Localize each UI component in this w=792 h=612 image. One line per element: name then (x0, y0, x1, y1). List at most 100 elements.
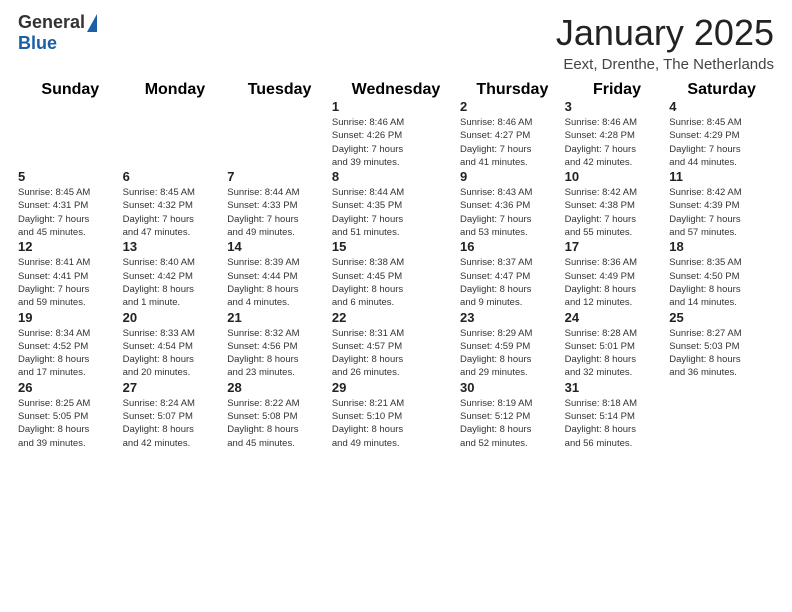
day-number: 15 (332, 239, 460, 254)
day-number: 6 (123, 169, 228, 184)
day-number: 19 (18, 310, 123, 325)
day-info: Sunrise: 8:36 AM Sunset: 4:49 PM Dayligh… (565, 256, 670, 309)
calendar-day-cell: 23 Sunrise: 8:29 AM Sunset: 4:59 PM Dayli… (460, 310, 565, 380)
day-info: Sunrise: 8:18 AM Sunset: 5:14 PM Dayligh… (565, 397, 670, 450)
calendar-day-cell: 7 Sunrise: 8:44 AM Sunset: 4:33 PM Daylig… (227, 169, 332, 239)
calendar-day-cell: 1 Sunrise: 8:46 AM Sunset: 4:26 PM Daylig… (332, 99, 460, 169)
calendar-day-cell: 6Sunrise: 8:45 AM Sunset: 4:32 PM Daylig… (123, 169, 228, 239)
day-number: 18 (669, 239, 774, 254)
day-number: 26 (18, 380, 123, 395)
day-number: 27 (123, 380, 228, 395)
day-info: Sunrise: 8:21 AM Sunset: 5:10 PM Dayligh… (332, 397, 460, 450)
day-number: 11 (669, 169, 774, 184)
day-info: Sunrise: 8:44 AM Sunset: 4:35 PM Dayligh… (332, 186, 460, 239)
day-number: 30 (460, 380, 565, 395)
calendar-day-cell (18, 99, 123, 169)
calendar-day-cell: 29 Sunrise: 8:21 AM Sunset: 5:10 PM Dayli… (332, 380, 460, 450)
calendar-day-cell: 28 Sunrise: 8:22 AM Sunset: 5:08 PM Dayli… (227, 380, 332, 450)
day-number: 2 (460, 99, 565, 114)
calendar-day-cell: 8Sunrise: 8:44 AM Sunset: 4:35 PM Daylig… (332, 169, 460, 239)
day-info: Sunrise: 8:46 AM Sunset: 4:27 PM Dayligh… (460, 116, 565, 169)
day-number: 16 (460, 239, 565, 254)
day-number: 13 (123, 239, 228, 254)
day-info: Sunrise: 8:31 AM Sunset: 4:57 PM Dayligh… (332, 327, 460, 380)
day-number: 24 (565, 310, 670, 325)
calendar-day-cell: 18Sunrise: 8:35 AM Sunset: 4:50 PM Dayli… (669, 239, 774, 309)
day-number: 28 (227, 380, 332, 395)
logo: General Blue (18, 12, 97, 54)
logo-blue-text: Blue (18, 33, 97, 54)
day-number: 1 (332, 99, 460, 114)
calendar-day-cell: 24 Sunrise: 8:28 AM Sunset: 5:01 PM Dayli… (565, 310, 670, 380)
calendar-week-row: 12Sunrise: 8:41 AM Sunset: 4:41 PM Dayli… (18, 239, 774, 309)
calendar-day-cell: 4 Sunrise: 8:45 AM Sunset: 4:29 PM Daylig… (669, 99, 774, 169)
day-info: Sunrise: 8:43 AM Sunset: 4:36 PM Dayligh… (460, 186, 565, 239)
calendar-day-cell: 25Sunrise: 8:27 AM Sunset: 5:03 PM Dayli… (669, 310, 774, 380)
calendar-day-cell: 21 Sunrise: 8:32 AM Sunset: 4:56 PM Dayli… (227, 310, 332, 380)
day-of-week-header: Friday (565, 81, 670, 99)
title-section: January 2025 Eext, Drenthe, The Netherla… (556, 12, 774, 73)
day-of-week-header: Tuesday (227, 81, 332, 99)
day-number: 22 (332, 310, 460, 325)
day-number: 10 (565, 169, 670, 184)
day-info: Sunrise: 8:41 AM Sunset: 4:41 PM Dayligh… (18, 256, 123, 309)
day-number: 5 (18, 169, 123, 184)
day-info: Sunrise: 8:44 AM Sunset: 4:33 PM Dayligh… (227, 186, 332, 239)
header-row: SundayMondayTuesdayWednesdayThursdayFrid… (18, 81, 774, 99)
calendar-day-cell: 10 Sunrise: 8:42 AM Sunset: 4:38 PM Dayli… (565, 169, 670, 239)
day-info: Sunrise: 8:45 AM Sunset: 4:29 PM Dayligh… (669, 116, 774, 169)
calendar-week-row: 19Sunrise: 8:34 AM Sunset: 4:52 PM Dayli… (18, 310, 774, 380)
day-number: 23 (460, 310, 565, 325)
calendar-day-cell: 9 Sunrise: 8:43 AM Sunset: 4:36 PM Daylig… (460, 169, 565, 239)
day-number: 31 (565, 380, 670, 395)
month-year-title: January 2025 (556, 12, 774, 54)
calendar-table: SundayMondayTuesdayWednesdayThursdayFrid… (18, 81, 774, 450)
calendar-day-cell: 31 Sunrise: 8:18 AM Sunset: 5:14 PM Dayli… (565, 380, 670, 450)
day-number: 9 (460, 169, 565, 184)
day-info: Sunrise: 8:27 AM Sunset: 5:03 PM Dayligh… (669, 327, 774, 380)
day-info: Sunrise: 8:38 AM Sunset: 4:45 PM Dayligh… (332, 256, 460, 309)
day-of-week-header: Sunday (18, 81, 123, 99)
location-subtitle: Eext, Drenthe, The Netherlands (556, 56, 774, 73)
calendar-day-cell: 30 Sunrise: 8:19 AM Sunset: 5:12 PM Dayli… (460, 380, 565, 450)
day-number: 7 (227, 169, 332, 184)
day-info: Sunrise: 8:37 AM Sunset: 4:47 PM Dayligh… (460, 256, 565, 309)
day-number: 29 (332, 380, 460, 395)
day-number: 3 (565, 99, 670, 114)
day-info: Sunrise: 8:40 AM Sunset: 4:42 PM Dayligh… (123, 256, 228, 309)
page-header: General Blue January 2025 Eext, Drenthe,… (0, 0, 792, 81)
calendar-day-cell: 5 Sunrise: 8:45 AM Sunset: 4:31 PM Daylig… (18, 169, 123, 239)
calendar-week-row: 1 Sunrise: 8:46 AM Sunset: 4:26 PM Daylig… (18, 99, 774, 169)
day-info: Sunrise: 8:42 AM Sunset: 4:38 PM Dayligh… (565, 186, 670, 239)
day-info: Sunrise: 8:33 AM Sunset: 4:54 PM Dayligh… (123, 327, 228, 380)
logo-triangle-icon (87, 14, 97, 32)
calendar-day-cell: 20 Sunrise: 8:33 AM Sunset: 4:54 PM Dayli… (123, 310, 228, 380)
calendar-day-cell: 2 Sunrise: 8:46 AM Sunset: 4:27 PM Daylig… (460, 99, 565, 169)
day-info: Sunrise: 8:25 AM Sunset: 5:05 PM Dayligh… (18, 397, 123, 450)
day-info: Sunrise: 8:29 AM Sunset: 4:59 PM Dayligh… (460, 327, 565, 380)
day-of-week-header: Monday (123, 81, 228, 99)
calendar-day-cell (227, 99, 332, 169)
day-info: Sunrise: 8:32 AM Sunset: 4:56 PM Dayligh… (227, 327, 332, 380)
day-info: Sunrise: 8:19 AM Sunset: 5:12 PM Dayligh… (460, 397, 565, 450)
day-number: 21 (227, 310, 332, 325)
day-number: 4 (669, 99, 774, 114)
calendar-day-cell: 15 Sunrise: 8:38 AM Sunset: 4:45 PM Dayli… (332, 239, 460, 309)
day-number: 17 (565, 239, 670, 254)
day-info: Sunrise: 8:46 AM Sunset: 4:26 PM Dayligh… (332, 116, 460, 169)
day-info: Sunrise: 8:28 AM Sunset: 5:01 PM Dayligh… (565, 327, 670, 380)
calendar-day-cell: 16 Sunrise: 8:37 AM Sunset: 4:47 PM Dayli… (460, 239, 565, 309)
day-info: Sunrise: 8:39 AM Sunset: 4:44 PM Dayligh… (227, 256, 332, 309)
day-number: 14 (227, 239, 332, 254)
day-of-week-header: Thursday (460, 81, 565, 99)
day-info: Sunrise: 8:45 AM Sunset: 4:31 PM Dayligh… (18, 186, 123, 239)
calendar-day-cell: 3Sunrise: 8:46 AM Sunset: 4:28 PM Daylig… (565, 99, 670, 169)
logo-general-text: General (18, 12, 85, 33)
calendar-week-row: 5 Sunrise: 8:45 AM Sunset: 4:31 PM Daylig… (18, 169, 774, 239)
calendar-day-cell (669, 380, 774, 450)
calendar-day-cell: 12Sunrise: 8:41 AM Sunset: 4:41 PM Dayli… (18, 239, 123, 309)
calendar-day-cell: 13 Sunrise: 8:40 AM Sunset: 4:42 PM Dayli… (123, 239, 228, 309)
calendar-day-cell: 14 Sunrise: 8:39 AM Sunset: 4:44 PM Dayli… (227, 239, 332, 309)
day-number: 20 (123, 310, 228, 325)
day-info: Sunrise: 8:22 AM Sunset: 5:08 PM Dayligh… (227, 397, 332, 450)
